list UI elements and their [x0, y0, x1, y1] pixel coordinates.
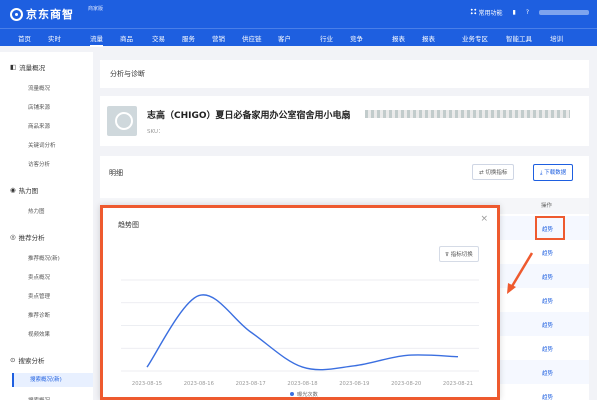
nav-item[interactable]: 营销 [212, 33, 225, 43]
nav-item[interactable]: 供应链 [242, 33, 262, 43]
sidebar-item[interactable]: 热力图 [28, 207, 45, 215]
x-tick-label: 2023-08-17 [236, 381, 266, 387]
group-label: 热力图 [18, 187, 39, 195]
jd-logo[interactable]: 京东商智 [10, 6, 74, 22]
top-right-tools: 常用功能 ▮ ? [469, 8, 589, 17]
sidebar-item[interactable]: 推荐诊断 [28, 311, 50, 319]
user-name[interactable] [539, 10, 589, 15]
x-tick-label: 2023-08-20 [391, 381, 421, 387]
nav-item[interactable]: 报表 [392, 33, 405, 43]
download-button[interactable]: ⤓ 下载数据 [533, 164, 574, 181]
top-bar: 京东商智 商家版 常用功能 ▮ ? [0, 0, 597, 28]
detail-title: 明细 [109, 169, 123, 177]
product-title: 志高（CHIGO）夏日必备家用办公室宿舍用小电扇 [147, 111, 351, 121]
group-label: 推荐分析 [18, 234, 45, 242]
product-image [107, 106, 137, 136]
sidebar-item[interactable]: 搜索概况 [28, 396, 50, 400]
sidebar-item[interactable]: 卖点管理 [28, 292, 50, 300]
product-card: 志高（CHIGO）夏日必备家用办公室宿舍用小电扇 SKU： [100, 96, 589, 146]
breadcrumb-bar: 分析与诊断 [100, 60, 589, 88]
nav-item[interactable]: 行业 [320, 33, 333, 43]
sidebar-item[interactable]: 店铺来源 [28, 103, 50, 111]
sidebar-item[interactable]: 卖点概况 [28, 273, 50, 281]
nav-item[interactable]: 竞争 [350, 33, 363, 43]
sidebar-group[interactable]: ◉ 热力图 [10, 185, 38, 195]
nav-item[interactable]: 培训 [550, 33, 563, 43]
legend-marker [290, 392, 294, 396]
nav-item[interactable]: 首页 [18, 33, 31, 43]
series-line [146, 294, 459, 371]
x-tick-label: 2023-08-15 [132, 381, 162, 387]
main-nav: 首页 实时 流量 商品 交易 服务 营销 供应链 客户 行业 竞争 报表 报表 业务专区 智能工具 培训 [0, 28, 597, 47]
trend-link[interactable]: 趋势 [542, 249, 553, 257]
redacted-text [365, 110, 570, 118]
sidebar-item[interactable]: 访客分析 [28, 160, 50, 168]
switch-metric-button[interactable]: ⇄ 切换指标 [472, 164, 515, 180]
sidebar-group[interactable]: ◎ 推荐分析 [10, 232, 45, 242]
trend-link[interactable]: 趋势 [542, 345, 553, 353]
op-column-header: 操作 [541, 203, 553, 209]
sidebar-item[interactable]: 商品来源 [28, 122, 50, 130]
sidebar-item[interactable]: 流量概况 [28, 84, 50, 92]
trend-link[interactable]: 趋势 [542, 321, 553, 329]
trend-modal: 趋势图 × ⊽ 指标切换 2023-08-15 2023-08-16 2023-08… [100, 205, 500, 400]
group-label: 搜索分析 [18, 357, 45, 365]
nav-item[interactable]: 商品 [120, 33, 133, 43]
trend-chart: 2023-08-15 2023-08-16 2023-08-17 2023-08-18… [121, 279, 479, 397]
sidebar-group[interactable]: ◧ 流量概况 [10, 62, 45, 72]
help-icon[interactable]: ? [526, 9, 529, 16]
sidebar-item[interactable]: 搜索概况(新) [12, 373, 93, 387]
sidebar-group[interactable]: ⊙ 搜索分析 [10, 355, 44, 365]
product-sku: SKU： [147, 129, 164, 135]
download-label: 下载数据 [544, 170, 567, 176]
sidebar-item[interactable]: 关键词分析 [28, 141, 56, 149]
nav-item[interactable]: 报表 [422, 33, 435, 43]
x-tick-label: 2023-08-18 [287, 381, 317, 387]
highlight-box [535, 216, 565, 240]
logo-text: 京东商智 [26, 8, 74, 21]
nav-item[interactable]: 智能工具 [506, 33, 532, 43]
grid-icon [469, 8, 477, 15]
x-tick-label: 2023-08-16 [184, 381, 214, 387]
nav-item[interactable]: 实时 [48, 33, 61, 43]
annotation-arrow [507, 252, 534, 294]
legend-label[interactable]: 曝光次数 [297, 390, 319, 397]
breadcrumb: 分析与诊断 [110, 70, 145, 78]
sidebar-item[interactable]: 推荐概况(新) [28, 254, 60, 262]
group-icon: ⊙ [10, 356, 16, 364]
trend-link[interactable]: 趋势 [542, 297, 553, 305]
common-functions-label: 常用功能 [478, 10, 503, 17]
trend-link[interactable]: 趋势 [542, 273, 553, 281]
sidebar: ◧ 流量概况 流量概况 店铺来源 商品来源 关键词分析 访客分析 ◉ 热力图 热力图 ◎ 推荐分析 推荐… [0, 52, 93, 400]
trend-link[interactable]: 趋势 [542, 393, 553, 400]
notification-icon[interactable]: ▮ [513, 9, 516, 16]
nav-item[interactable]: 流量 [90, 33, 103, 47]
common-functions-button[interactable]: 常用功能 [469, 8, 503, 17]
nav-item[interactable]: 服务 [182, 33, 195, 43]
switch-metric-label: 切换指标 [485, 170, 508, 176]
x-tick-label: 2023-08-21 [443, 381, 473, 387]
nav-item[interactable]: 交易 [152, 33, 165, 43]
sidebar-item[interactable]: 视频效果 [28, 330, 50, 338]
group-label: 流量概况 [19, 64, 46, 72]
logo-icon [10, 7, 23, 21]
group-icon: ◎ [10, 233, 16, 241]
group-icon: ◧ [10, 63, 17, 71]
logo-badge: 商家版 [88, 6, 104, 12]
trend-link[interactable]: 趋势 [542, 369, 553, 377]
group-icon: ◉ [10, 186, 16, 194]
x-tick-label: 2023-08-19 [339, 381, 369, 387]
nav-item[interactable]: 客户 [278, 33, 291, 43]
nav-item[interactable]: 业务专区 [462, 33, 488, 43]
